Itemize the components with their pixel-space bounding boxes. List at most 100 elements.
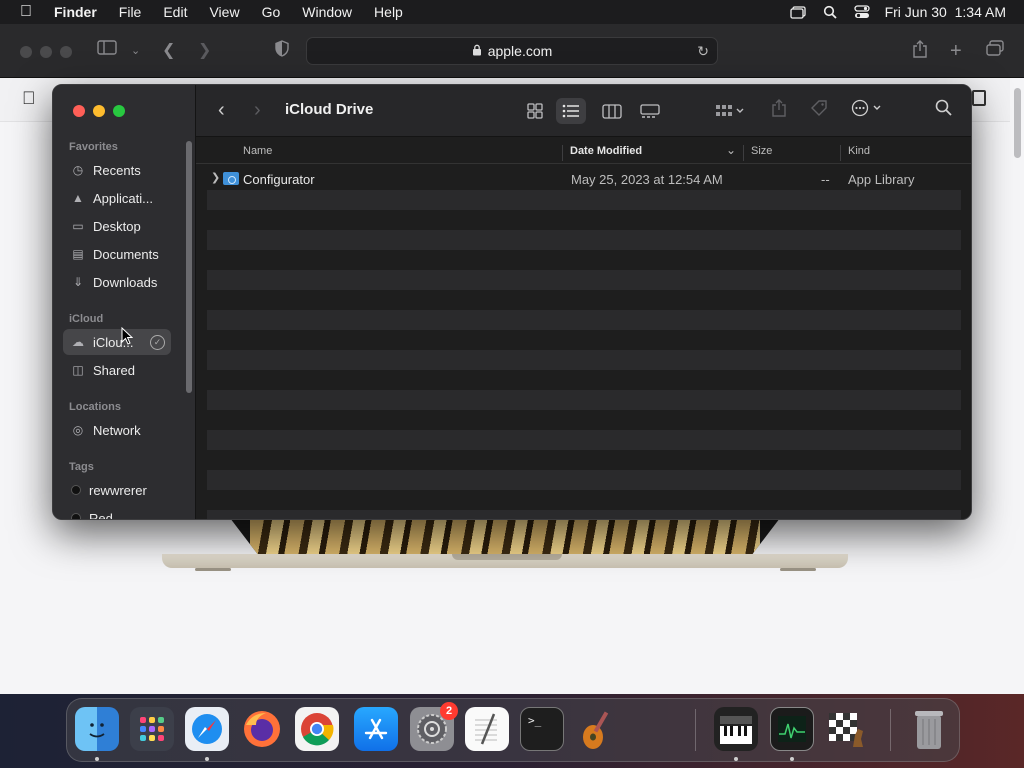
web-scrollbar[interactable] [1014,88,1021,158]
forward-arrow-icon[interactable]: ❯ [198,40,211,62]
new-tab-plus-icon[interactable]: + [950,40,962,62]
sidebar-item-label: Applicati... [93,190,153,206]
sidebar-item-label: Shared [93,362,135,378]
sidebar-scrollbar[interactable] [186,141,192,393]
sort-chevron-down-icon[interactable]: ⌄ [726,143,736,157]
sidebar-item-tag[interactable]: rewwrerer [63,477,171,503]
sidebar-item-label: Documents [93,246,159,262]
tag-icon[interactable] [810,99,828,122]
back-arrow-icon[interactable]: ❮ [162,40,175,62]
finder-app-icon[interactable] [75,707,119,751]
column-view-button[interactable] [597,98,627,124]
chess-app-icon[interactable] [825,707,869,751]
sidebar-item-recents[interactable]: ◷ Recents [63,157,171,183]
group-by-button[interactable] [710,98,750,124]
sidebar-item-label: rewwrerer [89,482,147,498]
reload-icon[interactable]: ↻ [697,43,709,60]
menubar-clock[interactable]: Fri Jun 30 1:34 AM [885,4,1006,20]
sidebar-item-shared[interactable]: ◫ Shared [63,357,171,383]
menu-go[interactable]: Go [251,4,292,20]
list-view-button[interactable] [556,98,586,124]
column-date-modified[interactable]: Date Modified [570,145,642,157]
file-list: ❯ Configurator May 25, 2023 at 12:54 AM … [196,165,971,519]
more-actions-icon[interactable] [851,99,887,122]
spotlight-search-icon[interactable] [821,5,839,19]
clock-icon: ◷ [72,163,84,177]
firefox-app-icon[interactable] [240,707,284,751]
forward-arrow-icon[interactable]: › [254,99,261,122]
safari-close-button[interactable] [20,46,32,58]
trash-icon[interactable] [907,707,951,751]
app-store-icon[interactable] [354,707,398,751]
safari-zoom-button[interactable] [60,46,72,58]
sidebar-item-label: Network [93,422,141,438]
laptop-foot [780,568,816,571]
sidebar-item-label: Recents [93,162,141,178]
sidebar-toggle-icon[interactable] [97,40,117,62]
sidebar-item-desktop[interactable]: ▭ Desktop [63,213,171,239]
share-icon[interactable] [771,99,787,122]
safari-toolbar: ⌄ ❮ ❯ apple.com ↻ + [0,24,1024,78]
address-bar[interactable]: apple.com ↻ [306,37,718,65]
column-kind[interactable]: Kind [848,145,870,157]
mouse-cursor-icon [121,327,133,345]
apple-menu-icon[interactable]:  [0,3,52,21]
menu-view[interactable]: View [198,4,250,20]
search-icon[interactable] [935,99,952,121]
notification-badge: 2 [440,702,458,720]
menu-file[interactable]: File [108,4,153,20]
midi-keyboard-app-icon[interactable] [714,707,758,751]
textedit-app-icon[interactable] [465,707,509,751]
menu-bar:  Finder File Edit View Go Window Help F… [0,0,1024,24]
tag-color-dot [71,485,81,495]
garageband-app-icon[interactable] [575,707,619,751]
tab-overview-icon[interactable] [986,40,1004,63]
icon-view-button[interactable] [520,98,550,124]
sidebar-item-tag[interactable]: Red [63,505,171,519]
shopping-bag-icon[interactable] [972,90,986,106]
back-arrow-icon[interactable]: ‹ [218,99,225,122]
disclosure-triangle-icon[interactable]: ❯ [211,171,220,184]
system-settings-app-icon[interactable]: 2 [410,702,458,751]
column-name[interactable]: Name [243,145,272,157]
share-icon[interactable] [912,40,928,65]
gallery-view-button[interactable] [635,98,665,124]
minimize-button[interactable] [93,105,105,117]
window-title: iCloud Drive [285,101,374,118]
close-button[interactable] [73,105,85,117]
menu-window[interactable]: Window [291,4,363,20]
sidebar-section-tags: Tags [69,461,94,473]
chrome-app-icon[interactable] [295,707,339,751]
sidebar-item-icloud-drive[interactable]: ☁ iClou... ✓ [63,329,171,355]
privacy-shield-icon[interactable] [275,40,289,64]
launchpad-app-icon[interactable] [130,707,174,751]
apple-logo-icon[interactable]:  [22,88,36,109]
folder-icon [223,172,239,185]
menu-edit[interactable]: Edit [152,4,198,20]
menu-app-name[interactable]: Finder [52,4,108,20]
menu-help[interactable]: Help [363,4,414,20]
zoom-button[interactable] [113,105,125,117]
control-center-icon[interactable] [853,5,871,19]
screen-mirroring-icon[interactable] [789,5,807,19]
dock: 2 >_ [66,698,960,762]
sidebar-item-downloads[interactable]: ⇓ Downloads [63,269,171,295]
file-size: -- [821,172,830,187]
column-size[interactable]: Size [751,145,772,157]
lock-icon [472,43,482,59]
sidebar-item-network[interactable]: ◎ Network [63,417,171,443]
activity-monitor-app-icon[interactable] [770,707,814,751]
safari-app-icon[interactable] [185,707,229,751]
safari-minimize-button[interactable] [40,46,52,58]
table-row[interactable]: ❯ Configurator May 25, 2023 at 12:54 AM … [207,170,961,190]
file-kind: App Library [848,172,915,187]
sidebar-section-icloud: iCloud [69,313,104,325]
terminal-app-icon[interactable]: >_ [520,707,564,751]
sidebar-item-documents[interactable]: ▤ Documents [63,241,171,267]
file-date: May 25, 2023 at 12:54 AM [571,172,723,187]
sidebar-item-applications[interactable]: ▲ Applicati... [63,185,171,211]
column-header: Name Date Modified ⌄ Size Kind [196,138,971,164]
desktop-icon: ▭ [72,219,84,233]
finder-content: ‹ › iCloud Drive Name Date Modified ⌄ Si… [196,85,971,519]
chevron-down-icon[interactable]: ⌄ [131,40,140,62]
